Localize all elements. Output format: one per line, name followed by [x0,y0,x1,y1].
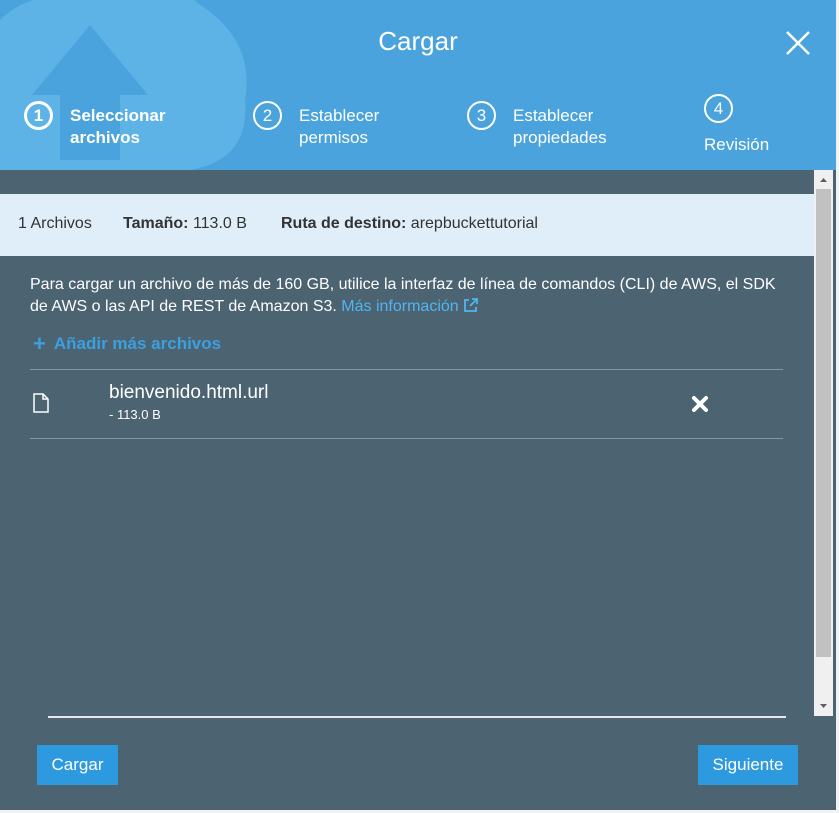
step-number: 4 [704,94,733,123]
scroll-down-button[interactable] [814,697,833,715]
step-label-line2: propiedades [513,128,607,147]
add-more-files-button[interactable]: + Añadir más archivos [33,331,221,357]
step-label-line1: Establecer [513,106,594,125]
more-info-label: Más información [341,298,459,315]
close-icon [786,31,810,55]
plus-icon: + [33,331,46,356]
footer-separator [48,716,786,718]
upload-button[interactable]: Cargar [37,745,118,785]
dialog-header: Cargar 1 Seleccionar archivos 2 Establec… [0,0,836,170]
divider [30,438,783,439]
remove-icon [692,396,708,412]
close-button[interactable] [783,28,813,58]
upload-dialog: Cargar 1 Seleccionar archivos 2 Establec… [0,0,836,810]
file-icon [33,393,49,413]
step-number: 1 [24,101,53,130]
next-button[interactable]: Siguiente [698,745,798,785]
dialog-title: Cargar [378,26,458,56]
size-label: Tamaño: [123,215,189,232]
external-link-icon [463,298,478,312]
file-size: - 113.0 B [109,407,161,422]
step-label-line2: permisos [299,128,368,147]
step-label-line1: Revisión [704,135,770,154]
scroll-up-button[interactable] [814,171,833,189]
add-more-files-label: Añadir más archivos [53,334,222,353]
step-label-line1: Establecer [299,106,380,125]
remove-file-button[interactable] [691,395,709,418]
file-count: 1 Archivos [18,215,92,232]
large-file-notice: Para cargar un archivo de más de 160 GB,… [30,274,780,318]
destination-value: arepbuckettutorial [410,215,538,232]
total-size: Tamaño: 113.0 B [123,215,247,233]
step-number: 3 [467,101,496,130]
chevron-down-icon [820,704,827,708]
more-info-link[interactable]: Más información [341,298,478,315]
chevron-up-icon [820,178,827,182]
step-label-line1: Seleccionar [70,106,166,125]
step-label-line2: archivos [70,128,140,147]
divider [30,369,783,370]
destination-label: Ruta de destino: [281,215,407,232]
step-number: 2 [253,101,282,130]
size-value: 113.0 B [192,215,247,232]
upload-summary-bar: 1 Archivos Tamaño: 113.0 B Ruta de desti… [0,194,814,256]
scrollbar-thumb[interactable] [816,189,831,657]
destination: Ruta de destino: arepbuckettutorial [281,215,538,233]
file-name: bienvenido.html.url [109,382,269,403]
